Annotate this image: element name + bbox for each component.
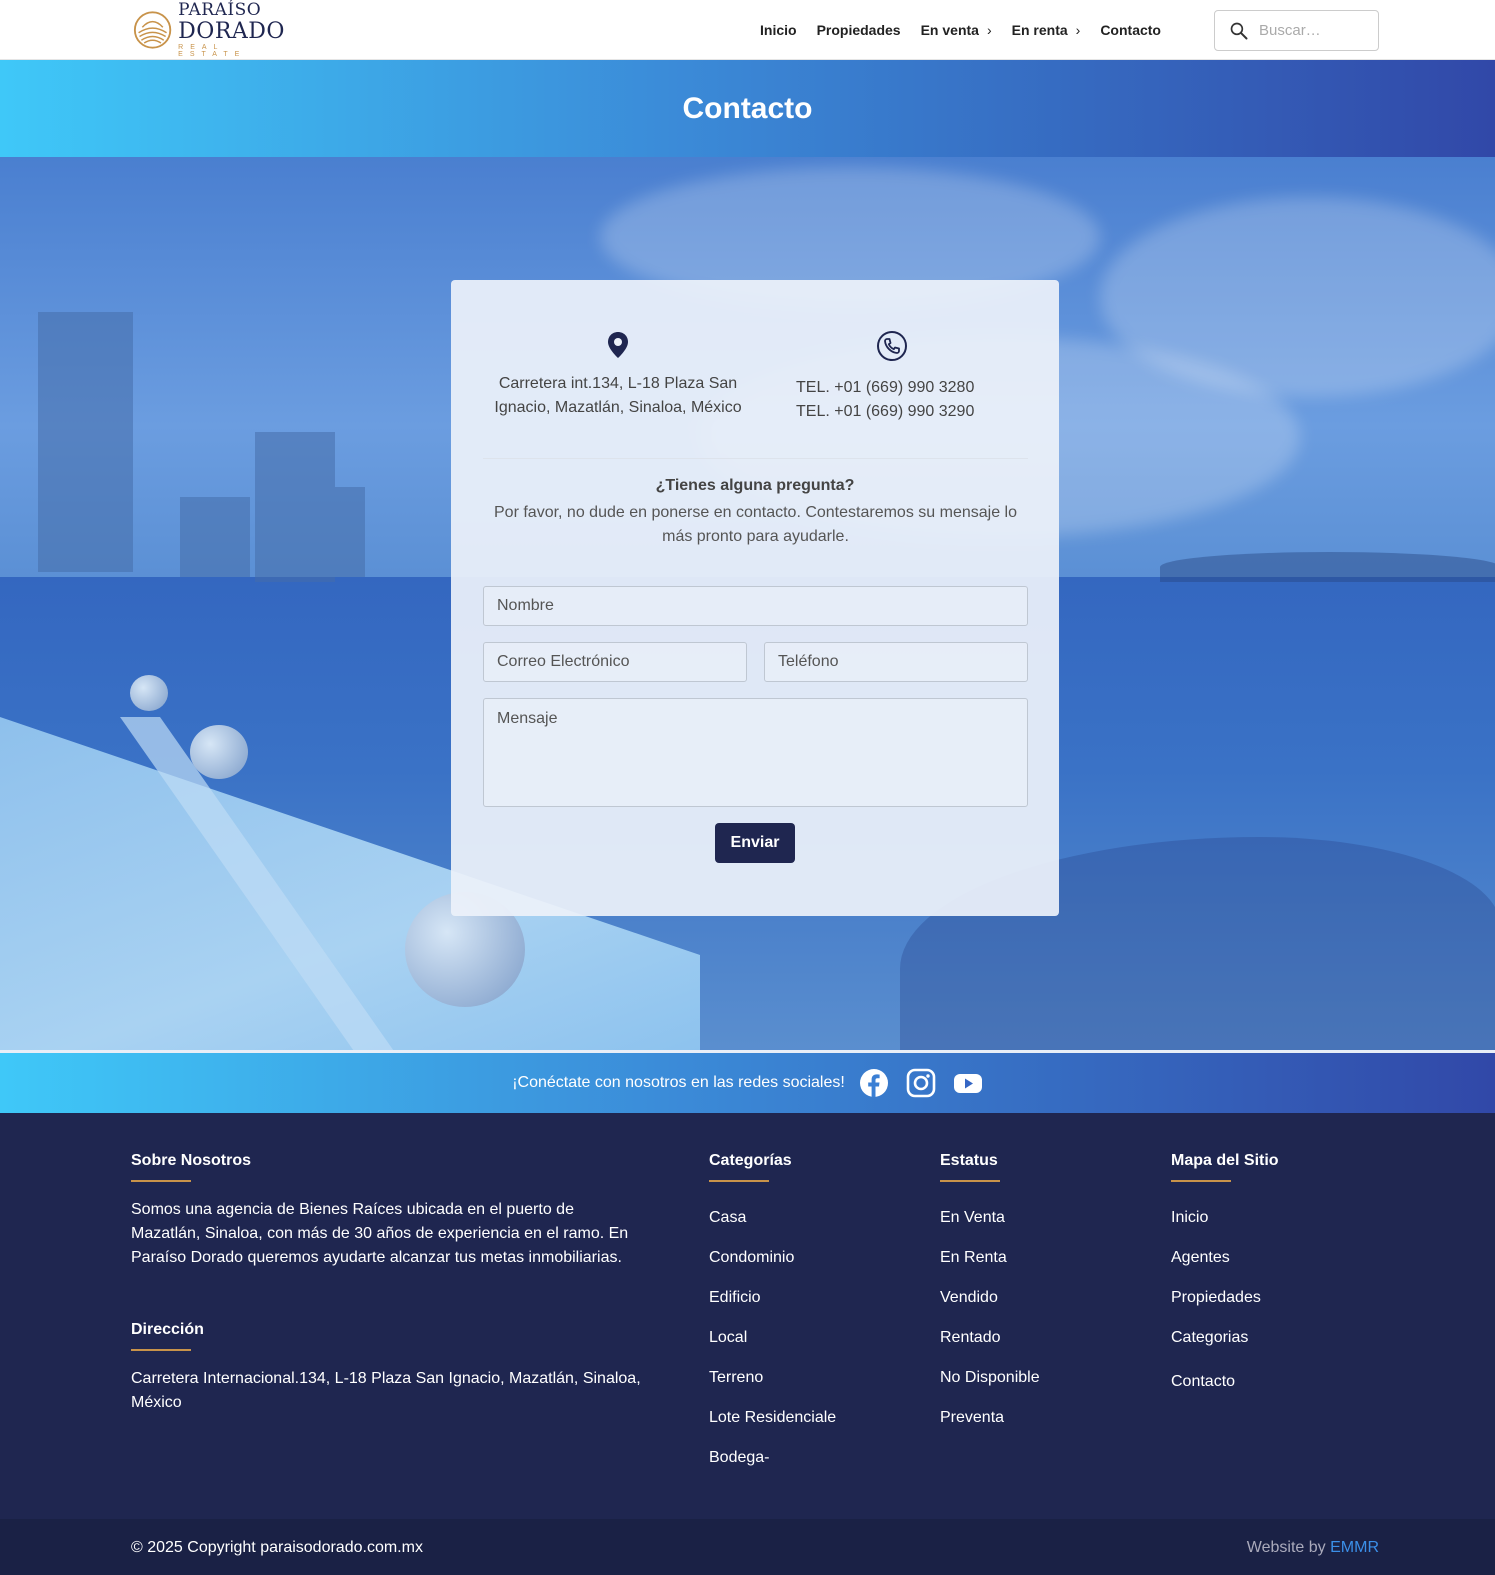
nav-propiedades[interactable]: Propiedades — [817, 22, 901, 38]
footer-status-link[interactable]: Vendido — [940, 1289, 998, 1307]
footer-address-text: Carretera Internacional.134, L-18 Plaza … — [131, 1370, 641, 1411]
footer-about-title: Sobre Nosotros — [131, 1152, 252, 1169]
footer-category-link[interactable]: Terreno — [709, 1369, 763, 1387]
nav-en-renta[interactable]: En renta › — [1012, 22, 1081, 38]
site-header: PARAÍSO DORADO REAL ESTATE Inicio Propie… — [0, 0, 1495, 60]
chevron-right-icon: › — [1075, 22, 1081, 38]
phone-field[interactable] — [764, 642, 1028, 682]
question-title: ¿Tienes alguna pregunta? — [655, 477, 855, 494]
footer-about-underline — [131, 1180, 191, 1182]
footer-status-link[interactable]: No Disponible — [940, 1369, 1040, 1387]
footer-address-underline — [131, 1349, 191, 1351]
footer-sitemap-link[interactable]: Categorias — [1171, 1329, 1248, 1347]
footer-sitemap-link[interactable]: Agentes — [1171, 1249, 1230, 1267]
footer-status-link[interactable]: En Venta — [940, 1209, 1005, 1227]
send-button[interactable]: Enviar — [715, 823, 795, 863]
contact-address: Carretera int.134, L-18 Plaza San Ignaci… — [494, 375, 742, 416]
nav-contacto[interactable]: Contacto — [1100, 22, 1161, 38]
nav-inicio[interactable]: Inicio — [760, 22, 797, 38]
sun-logo-icon — [133, 11, 172, 49]
footer-sitemap-link[interactable]: Contacto — [1171, 1373, 1235, 1391]
footer-sitemap-title: Mapa del Sitio — [1171, 1152, 1279, 1169]
social-text: ¡Conéctate con nosotros en las redes soc… — [512, 1074, 845, 1091]
bottom-bar: © 2025 Copyright paraisodorado.com.mx We… — [0, 1519, 1495, 1575]
footer-sitemap-underline — [1171, 1180, 1231, 1182]
brand-name-line2: DORADO — [178, 19, 285, 44]
footer-about-text: Somos una agencia de Bienes Raíces ubica… — [131, 1201, 629, 1266]
contact-card: Carretera int.134, L-18 Plaza San Ignaci… — [451, 280, 1059, 916]
footer-category-link[interactable]: Lote Residenciale — [709, 1409, 836, 1427]
brand-logo[interactable]: PARAÍSO DORADO REAL ESTATE — [133, 2, 293, 58]
footer-categories-underline — [709, 1180, 769, 1182]
contact-tel-1: TEL. +01 (669) 990 3280 — [796, 379, 975, 396]
footer-address-title: Dirección — [131, 1321, 204, 1338]
search-input[interactable] — [1259, 22, 1369, 39]
page-title-band: Contacto — [0, 60, 1495, 157]
nav-en-venta[interactable]: En venta › — [921, 22, 992, 38]
location-pin-icon — [608, 332, 628, 358]
site-footer: Sobre Nosotros Somos una agencia de Bien… — [0, 1113, 1495, 1519]
footer-status-link[interactable]: Preventa — [940, 1409, 1004, 1427]
footer-category-link[interactable]: Local — [709, 1329, 747, 1347]
footer-category-link[interactable]: Bodega- — [709, 1449, 770, 1467]
main-nav: Inicio Propiedades En venta › En renta › C… — [760, 0, 1181, 60]
instagram-icon[interactable] — [906, 1068, 936, 1098]
nav-en-venta-label: En venta — [920, 22, 979, 38]
footer-sitemap-link[interactable]: Inicio — [1171, 1209, 1208, 1227]
name-field[interactable] — [483, 586, 1028, 626]
question-text: Por favor, no dude en ponerse en contact… — [494, 504, 1017, 545]
facebook-icon[interactable] — [859, 1068, 889, 1098]
copyright-text: © 2025 Copyright paraisodorado.com.mx — [131, 1539, 423, 1556]
footer-status-link[interactable]: En Renta — [940, 1249, 1007, 1267]
contact-tel-2: TEL. +01 (669) 990 3290 — [796, 403, 975, 420]
search-box[interactable] — [1214, 10, 1379, 51]
email-field[interactable] — [483, 642, 747, 682]
site-credit: Website by EMMR — [1247, 1539, 1379, 1557]
message-field[interactable] — [483, 698, 1028, 807]
nav-en-renta-label: En renta — [1011, 22, 1068, 38]
footer-status-underline — [940, 1180, 1000, 1182]
credit-link[interactable]: EMMR — [1330, 1539, 1379, 1556]
social-band: ¡Conéctate con nosotros en las redes soc… — [0, 1053, 1495, 1113]
page-title: Contacto — [682, 91, 813, 125]
contact-phones: TEL. +01 (669) 990 3280 TEL. +01 (669) 9… — [796, 376, 974, 424]
chevron-right-icon: › — [986, 22, 992, 38]
footer-status-title: Estatus — [940, 1152, 998, 1169]
card-divider — [483, 458, 1028, 459]
phone-icon — [877, 331, 907, 361]
search-icon — [1230, 22, 1248, 39]
footer-category-link[interactable]: Edificio — [709, 1289, 761, 1307]
brand-tagline: REAL ESTATE — [178, 44, 247, 58]
footer-categories-title: Categorías — [709, 1152, 792, 1169]
footer-category-link[interactable]: Casa — [709, 1209, 746, 1227]
brand-name-line1: PARAÍSO — [178, 0, 262, 20]
credit-prefix: Website by — [1246, 1539, 1326, 1556]
footer-category-link[interactable]: Condominio — [709, 1249, 794, 1267]
youtube-icon[interactable] — [953, 1068, 983, 1098]
footer-sitemap-link[interactable]: Propiedades — [1171, 1289, 1261, 1307]
footer-status-link[interactable]: Rentado — [940, 1329, 1001, 1347]
